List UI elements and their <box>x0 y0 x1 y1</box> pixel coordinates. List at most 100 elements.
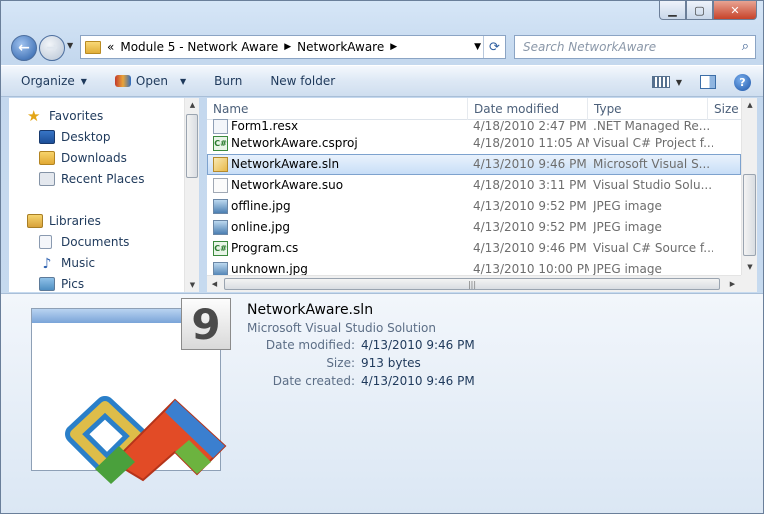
file-type: Microsoft Visual S... <box>593 157 711 171</box>
details-pane: 9 NetworkAware.sln Microsoft Visual Stud… <box>1 293 763 513</box>
caption-buttons: ▁ ▢ ✕ <box>659 1 757 21</box>
recent-places-icon <box>39 172 55 186</box>
maximize-button[interactable]: ▢ <box>686 1 713 20</box>
navigation-bar: ← → ▼ « Module 5 - Network Aware ▶ Netwo… <box>1 31 763 65</box>
pics-label: Pics <box>61 277 85 291</box>
scroll-up-icon[interactable]: ▲ <box>742 98 757 112</box>
file-date: 4/13/2010 9:52 PM <box>473 220 587 234</box>
search-icon[interactable]: ⌕ <box>742 39 749 54</box>
file-row-selected[interactable]: NetworkAware.sln 4/13/2010 9:46 PM Micro… <box>207 154 741 175</box>
chevron-right-icon[interactable]: ▶ <box>390 42 397 52</box>
toolbar-right: ▼ ? <box>651 66 763 98</box>
sidebar-item-music[interactable]: ♪ Music <box>39 253 96 273</box>
organize-label: Organize <box>21 74 75 88</box>
file-list-vertical-scrollbar[interactable]: ▲ ▼ <box>741 98 757 275</box>
file-row[interactable]: C# Program.cs 4/13/2010 9:46 PM Visual C… <box>207 238 741 259</box>
details-file-type: Microsoft Visual Studio Solution <box>247 321 436 335</box>
file-type: JPEG image <box>593 199 662 213</box>
chevron-down-icon[interactable]: ▼ <box>180 77 186 86</box>
sidebar-item-favorites[interactable]: ★ Favorites <box>27 106 103 126</box>
command-bar: Organize ▼ Open ▼ Burn New folder ▼ ? <box>1 65 763 97</box>
documents-icon <box>39 235 52 249</box>
chevron-down-icon: ▼ <box>80 76 87 86</box>
downloads-label: Downloads <box>61 151 127 165</box>
column-date-label: Date modified <box>474 102 560 116</box>
scroll-thumb[interactable] <box>186 114 198 178</box>
folder-icon <box>85 40 101 54</box>
scroll-right-icon[interactable]: ▶ <box>725 277 740 291</box>
address-bar[interactable]: « Module 5 - Network Aware ▶ NetworkAwar… <box>80 35 506 59</box>
resx-file-icon <box>213 119 228 134</box>
sidebar-item-pics[interactable]: Pics <box>39 274 84 294</box>
file-type: JPEG image <box>593 220 662 234</box>
sidebar-item-downloads[interactable]: Downloads <box>39 148 127 168</box>
file-date: 4/13/2010 9:46 PM <box>473 241 587 255</box>
scroll-thumb[interactable] <box>743 174 756 256</box>
new-folder-button[interactable]: New folder <box>270 74 335 88</box>
file-list-horizontal-scrollbar[interactable]: ◀ ||| ▶ <box>207 275 741 292</box>
sidebar-item-libraries[interactable]: Libraries <box>27 211 101 231</box>
csharp-project-icon: C# <box>213 136 228 151</box>
visual-studio-logo-icon <box>65 396 227 484</box>
refresh-icon[interactable]: ⟳ <box>483 36 505 58</box>
file-row[interactable]: C# NetworkAware.csproj 4/18/2010 11:05 A… <box>207 133 741 154</box>
file-row[interactable]: NetworkAware.suo 4/18/2010 3:11 PM Visua… <box>207 175 741 196</box>
forward-button[interactable]: → <box>39 35 65 61</box>
file-date: 4/13/2010 9:52 PM <box>473 199 587 213</box>
music-icon: ♪ <box>42 256 52 272</box>
scroll-down-icon[interactable]: ▼ <box>185 278 200 292</box>
minimize-button[interactable]: ▁ <box>659 1 686 20</box>
file-name: NetworkAware.suo <box>231 178 344 192</box>
jpeg-file-icon <box>213 220 228 235</box>
scroll-up-icon[interactable]: ▲ <box>185 98 200 112</box>
history-dropdown-icon[interactable]: ▼ <box>67 41 73 50</box>
file-type: Visual Studio Solu... <box>593 178 713 192</box>
sidebar-item-documents[interactable]: Documents <box>39 232 129 252</box>
file-name: Program.cs <box>231 241 299 255</box>
date-created-value: 4/13/2010 9:46 PM <box>361 374 475 388</box>
file-row[interactable]: offline.jpg 4/13/2010 9:52 PM JPEG image <box>207 196 741 217</box>
libraries-icon <box>27 214 43 228</box>
search-box[interactable]: Search NetworkAware ⌕ <box>514 35 756 59</box>
size-value: 913 bytes <box>361 356 421 370</box>
version-badge: 9 <box>181 298 231 350</box>
file-type: .NET Managed Re... <box>593 119 711 133</box>
file-name: unknown.jpg <box>231 262 308 276</box>
back-button[interactable]: ← <box>11 35 37 61</box>
breadcrumb-overflow[interactable]: « <box>107 40 114 54</box>
file-row[interactable]: online.jpg 4/13/2010 9:52 PM JPEG image <box>207 217 741 238</box>
scroll-thumb[interactable]: ||| <box>224 278 720 290</box>
pictures-icon <box>39 277 55 291</box>
file-date: 4/18/2010 11:05 AM <box>473 136 589 150</box>
search-placeholder: Search NetworkAware <box>523 40 657 54</box>
column-name-label: Name <box>213 102 249 116</box>
file-name: NetworkAware.sln <box>231 157 340 171</box>
breadcrumb-module5[interactable]: Module 5 - Network Aware <box>120 40 278 54</box>
breadcrumb-networkaware[interactable]: NetworkAware <box>297 40 384 54</box>
address-dropdown-icon[interactable]: ▼ <box>474 42 481 52</box>
scroll-down-icon[interactable]: ▼ <box>742 260 757 274</box>
help-icon[interactable]: ? <box>734 73 751 91</box>
preview-pane-icon[interactable] <box>700 75 716 89</box>
downloads-folder-icon <box>39 151 55 165</box>
file-type: Visual C# Project f... <box>593 136 713 150</box>
navigation-scrollbar[interactable]: ▲ ▼ <box>184 98 199 292</box>
libraries-label: Libraries <box>49 214 101 228</box>
scrollbar-corner <box>741 275 757 292</box>
scroll-left-icon[interactable]: ◀ <box>207 277 222 291</box>
burn-button[interactable]: Burn <box>214 74 242 88</box>
open-button[interactable]: Open ▼ <box>114 74 186 88</box>
sidebar-item-desktop[interactable]: Desktop <box>39 127 111 147</box>
open-label: Open <box>135 74 168 88</box>
sidebar-item-recent-places[interactable]: Recent Places <box>39 169 144 189</box>
file-name: NetworkAware.csproj <box>231 136 358 150</box>
file-date: 4/18/2010 3:11 PM <box>473 178 587 192</box>
view-dropdown-icon[interactable]: ▼ <box>676 78 682 87</box>
csharp-source-icon: C# <box>213 241 228 256</box>
column-size-label: Size <box>714 102 739 116</box>
file-list: ^ Name Date modified Type Size Form1.res… <box>207 98 757 292</box>
close-button[interactable]: ✕ <box>713 1 757 20</box>
chevron-right-icon[interactable]: ▶ <box>284 42 291 52</box>
change-view-icon[interactable] <box>651 76 670 88</box>
organize-button[interactable]: Organize ▼ <box>21 74 87 88</box>
